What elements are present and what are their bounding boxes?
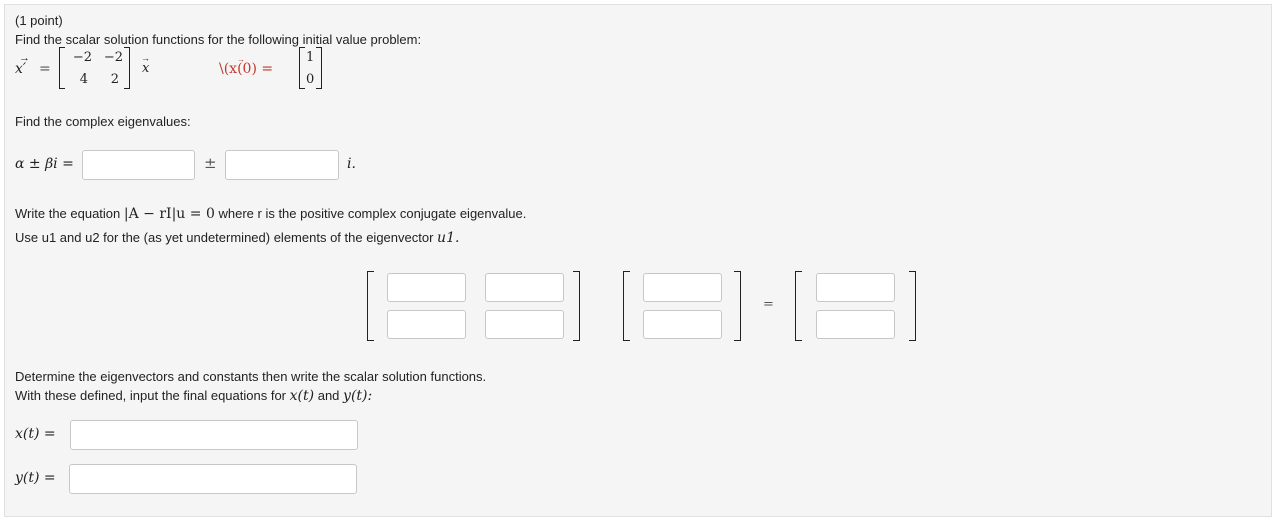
- ic-left-bracket: [299, 47, 305, 89]
- plus-minus-sign: ±: [204, 154, 217, 172]
- eigenvector-symbol: u1.: [437, 230, 460, 246]
- eigvec-line2-pre: Use u1 and u2 for the (as yet undetermin…: [15, 230, 434, 245]
- solution-instruction: Determine the eigenvectors and constants…: [15, 369, 487, 384]
- result-right-bracket: [909, 271, 916, 341]
- problem-panel: (1 point) Find the scalar solution funct…: [4, 4, 1272, 517]
- beta-input[interactable]: [225, 150, 339, 180]
- result-left-bracket: [795, 271, 802, 341]
- eigvec-line1-post: where r is the positive complex conjugat…: [218, 206, 527, 221]
- equals-sign: =: [39, 61, 51, 77]
- ic-right-bracket: [316, 47, 322, 89]
- result-r1-input[interactable]: [816, 273, 895, 302]
- y-solution-label: y(t) =: [15, 470, 56, 486]
- matrix-a21: 4: [79, 72, 88, 87]
- matrix-left-bracket: [59, 47, 65, 89]
- matrix-a11: −2: [72, 50, 92, 65]
- vector-left-bracket: [623, 271, 630, 341]
- x-solution-label: x(t) =: [15, 426, 56, 442]
- matrix-a22-input[interactable]: [485, 310, 564, 339]
- points-label: (1 point): [15, 13, 63, 28]
- matrix-a21-input[interactable]: [387, 310, 466, 339]
- vector-u1-input[interactable]: [643, 273, 722, 302]
- problem-instruction: Find the scalar solution functions for t…: [15, 32, 422, 47]
- eigvec-equation: |A − rI|u = 0: [123, 206, 215, 222]
- matrix-right-bracket: [124, 47, 130, 89]
- eigenvalue-label: α ± βi =: [15, 156, 74, 172]
- matrix-a12-input[interactable]: [485, 273, 564, 302]
- x-symbol: x(t): [289, 388, 315, 404]
- and-text: and: [317, 388, 340, 403]
- initial-condition-text: \(x(0) =: [219, 61, 274, 77]
- matrix-right-bracket: [573, 271, 580, 341]
- vector-right-bracket: [734, 271, 741, 341]
- vector-arrow-icon: →: [237, 55, 245, 64]
- matrix-a22: 2: [110, 72, 119, 87]
- imaginary-unit-suffix: i.: [347, 156, 356, 172]
- eigvec-line1-pre: Write the equation: [15, 206, 121, 221]
- matrix-a11-input[interactable]: [387, 273, 466, 302]
- eigenvalue-prompt: Find the complex eigenvalues:: [15, 114, 191, 129]
- vector-u2-input[interactable]: [643, 310, 722, 339]
- matrix-a12: −2: [103, 50, 123, 65]
- matrix-left-bracket: [367, 271, 374, 341]
- y-solution-input[interactable]: [69, 464, 357, 494]
- y-symbol: y(t):: [343, 388, 373, 404]
- solution-line2-pre: With these defined, input the final equa…: [15, 388, 287, 403]
- ic-value-2: 0: [306, 72, 315, 87]
- alpha-input[interactable]: [82, 150, 195, 180]
- equation-lhs: x′: [15, 61, 27, 77]
- x-solution-input[interactable]: [70, 420, 358, 450]
- result-r2-input[interactable]: [816, 310, 895, 339]
- state-vector: x: [142, 61, 150, 76]
- equals-sign: =: [763, 297, 774, 312]
- ic-value-1: 1: [306, 50, 315, 65]
